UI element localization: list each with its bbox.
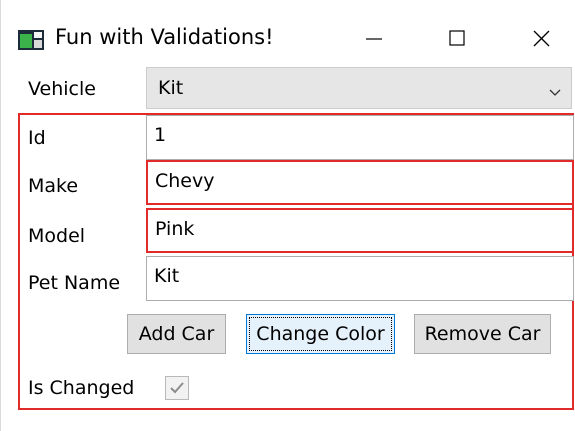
checkmark-icon [170, 382, 184, 394]
change-color-button[interactable]: Change Color [246, 314, 395, 354]
id-label: Id [28, 127, 46, 149]
add-car-button[interactable]: Add Car [127, 314, 226, 354]
maximize-button[interactable] [429, 14, 485, 58]
model-label: Model [28, 225, 86, 247]
vehicle-selected-value: Kit [158, 77, 184, 99]
pet-name-input[interactable] [154, 265, 564, 287]
maximize-icon [449, 30, 465, 46]
id-input[interactable] [154, 124, 564, 146]
id-field[interactable] [146, 115, 574, 160]
vehicle-label: Vehicle [28, 78, 96, 100]
is-changed-checkbox[interactable] [165, 376, 189, 400]
close-icon [533, 30, 550, 47]
chevron-down-icon [549, 83, 561, 102]
app-window: Fun with Validations! Vehicle Kit Id 1 M… [0, 0, 575, 431]
title-bar[interactable]: Fun with Validations! [1, 0, 575, 62]
model-input[interactable] [155, 218, 565, 240]
pet-name-label: Pet Name [28, 272, 121, 294]
make-input[interactable] [155, 170, 565, 192]
make-field[interactable] [146, 160, 574, 205]
pet-name-field[interactable] [146, 256, 574, 301]
minimize-icon [366, 38, 382, 40]
is-changed-label: Is Changed [28, 377, 135, 399]
remove-car-button[interactable]: Remove Car [414, 314, 551, 354]
minimize-button[interactable] [346, 14, 402, 58]
focus-ring [249, 317, 392, 351]
close-button[interactable] [514, 14, 570, 58]
vehicle-combobox[interactable]: Kit [146, 67, 572, 109]
make-label: Make [28, 175, 79, 197]
model-field[interactable] [146, 208, 574, 253]
window-title: Fun with Validations! [55, 25, 274, 49]
app-icon [18, 30, 44, 50]
